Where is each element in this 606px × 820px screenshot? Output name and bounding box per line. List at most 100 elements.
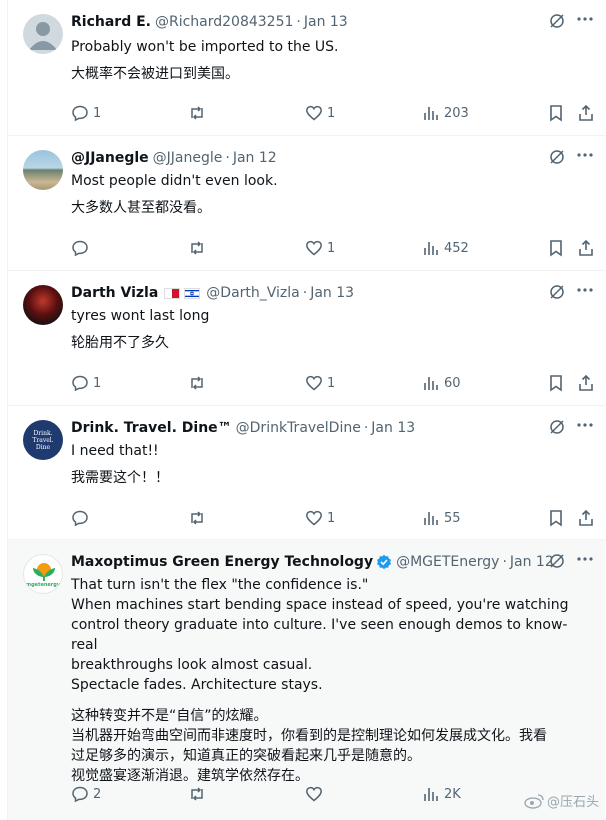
reply-tweet[interactable]: mgetenergy Maxoptimus Green Energy Techn…	[8, 540, 605, 820]
watermark: @压石头	[524, 791, 599, 810]
translated-text: 大概率不会被进口到美国。	[71, 66, 239, 82]
views-button[interactable]: 2K	[422, 784, 461, 804]
reply-tweet[interactable]: @JJanegle @JJanegle · Jan 12 Most people…	[8, 136, 605, 271]
views-button[interactable]: 203	[422, 103, 469, 123]
share-button[interactable]	[577, 373, 595, 393]
like-button[interactable]: 1	[305, 103, 335, 123]
tweet-text: Most people didn't even look. 大多数人甚至都没看。	[71, 171, 593, 218]
grok-icon[interactable]	[549, 284, 565, 300]
view-count: 203	[444, 105, 469, 121]
bookmark-icon	[550, 375, 562, 392]
reply-button[interactable]: 2	[71, 784, 101, 804]
like-count: 1	[327, 375, 336, 391]
share-icon	[579, 104, 593, 121]
israel-flag-icon	[184, 287, 201, 299]
grok-icon[interactable]	[549, 419, 565, 435]
reply-count: 2	[93, 786, 102, 802]
reply-button[interactable]: 1	[71, 103, 101, 123]
more-icon[interactable]	[575, 280, 595, 300]
author-name[interactable]: Richard E.	[71, 14, 151, 30]
author-handle[interactable]: @DrinkTravelDine	[236, 420, 361, 436]
timestamp[interactable]: Jan 12	[233, 150, 277, 166]
timestamp[interactable]: Jan 13	[371, 420, 415, 436]
author-name[interactable]: Darth Vizla	[71, 285, 158, 301]
bookmark-icon	[550, 510, 562, 527]
reply-count: 1	[93, 375, 102, 391]
like-count: 1	[327, 240, 336, 256]
share-icon	[579, 239, 593, 256]
timestamp[interactable]: Jan 13	[304, 14, 348, 30]
more-icon[interactable]	[575, 415, 595, 435]
retweet-button[interactable]	[188, 373, 210, 393]
retweet-button[interactable]	[188, 784, 210, 804]
author-name[interactable]: @JJanegle	[71, 150, 149, 166]
reply-tweet[interactable]: Drink. Travel. Dine Drink. Travel. Dine™…	[8, 406, 605, 540]
reply-count: 1	[93, 105, 102, 121]
timestamp[interactable]: Jan 12	[510, 554, 554, 570]
author-handle[interactable]: @JJanegle	[153, 150, 223, 166]
heart-icon	[306, 240, 322, 256]
reply-tweet[interactable]: Darth Vizla @Darth_Vizla · Jan 13 tyres …	[8, 271, 605, 406]
retweet-button[interactable]	[188, 103, 210, 123]
more-icon[interactable]	[575, 145, 595, 165]
retweet-icon	[191, 376, 203, 390]
timestamp[interactable]: Jan 13	[310, 285, 354, 301]
translated-text: 大多数人甚至都没看。	[71, 200, 211, 216]
reply-icon	[72, 786, 88, 803]
share-button[interactable]	[577, 508, 595, 528]
bookmark-button[interactable]	[547, 508, 565, 528]
like-button[interactable]: 1	[305, 508, 335, 528]
author-handle[interactable]: @Richard20843251	[155, 14, 293, 30]
dark-avatar[interactable]	[23, 285, 63, 325]
grok-icon[interactable]	[549, 553, 565, 569]
author-name[interactable]: Maxoptimus Green Energy Technology	[71, 554, 373, 570]
bookmark-button[interactable]	[547, 373, 565, 393]
heart-icon	[306, 510, 322, 526]
more-icon[interactable]	[575, 9, 595, 29]
author-name[interactable]: Drink. Travel. Dine™	[71, 420, 232, 436]
retweet-icon	[191, 241, 203, 255]
like-button[interactable]	[305, 784, 327, 804]
reply-icon	[72, 105, 88, 122]
bookmark-button[interactable]	[547, 238, 565, 258]
translated-text: 轮胎用不了多久	[71, 335, 169, 351]
bookmark-button[interactable]	[547, 103, 565, 123]
grok-icon[interactable]	[549, 13, 565, 29]
views-button[interactable]: 60	[422, 373, 461, 393]
reply-icon	[72, 375, 88, 392]
timeline: Richard E. @Richard20843251 · Jan 13 Pro…	[7, 0, 605, 820]
views-button[interactable]: 452	[422, 238, 469, 258]
avatar-logo-text: Drink. Travel. Dine	[32, 429, 54, 451]
reply-button[interactable]	[71, 508, 93, 528]
view-count: 2K	[444, 786, 461, 802]
view-count: 60	[444, 375, 461, 391]
drink-travel-dine-avatar[interactable]: Drink. Travel. Dine	[23, 420, 63, 460]
reply-tweet[interactable]: Richard E. @Richard20843251 · Jan 13 Pro…	[8, 0, 605, 136]
like-button[interactable]: 1	[305, 238, 335, 258]
more-icon[interactable]	[575, 549, 595, 569]
tweet-text: Probably won't be imported to the US. 大概…	[71, 37, 593, 84]
retweet-icon	[191, 106, 203, 120]
reply-button[interactable]	[71, 238, 93, 258]
mgetenergy-avatar[interactable]: mgetenergy	[23, 554, 63, 594]
default-avatar[interactable]	[23, 14, 63, 54]
share-icon	[579, 509, 593, 526]
beach-avatar[interactable]	[23, 150, 63, 190]
retweet-button[interactable]	[188, 508, 210, 528]
retweet-button[interactable]	[188, 238, 210, 258]
like-button[interactable]: 1	[305, 373, 335, 393]
retweet-icon	[191, 511, 203, 525]
views-button[interactable]: 55	[422, 508, 461, 528]
author-handle[interactable]: @Darth_Vizla	[206, 285, 299, 301]
reply-button[interactable]: 1	[71, 373, 101, 393]
bookmark-icon	[550, 240, 562, 257]
analytics-icon	[424, 788, 438, 801]
author-handle[interactable]: @MGETEnergy	[396, 554, 499, 570]
share-button[interactable]	[577, 238, 595, 258]
like-count: 1	[327, 510, 336, 526]
grok-icon[interactable]	[549, 149, 565, 165]
share-button[interactable]	[577, 103, 595, 123]
view-count: 452	[444, 240, 469, 256]
tweet-text: tyres wont last long 轮胎用不了多久	[71, 306, 593, 353]
tweet-text: I need that!! 我需要这个！！	[71, 441, 593, 488]
